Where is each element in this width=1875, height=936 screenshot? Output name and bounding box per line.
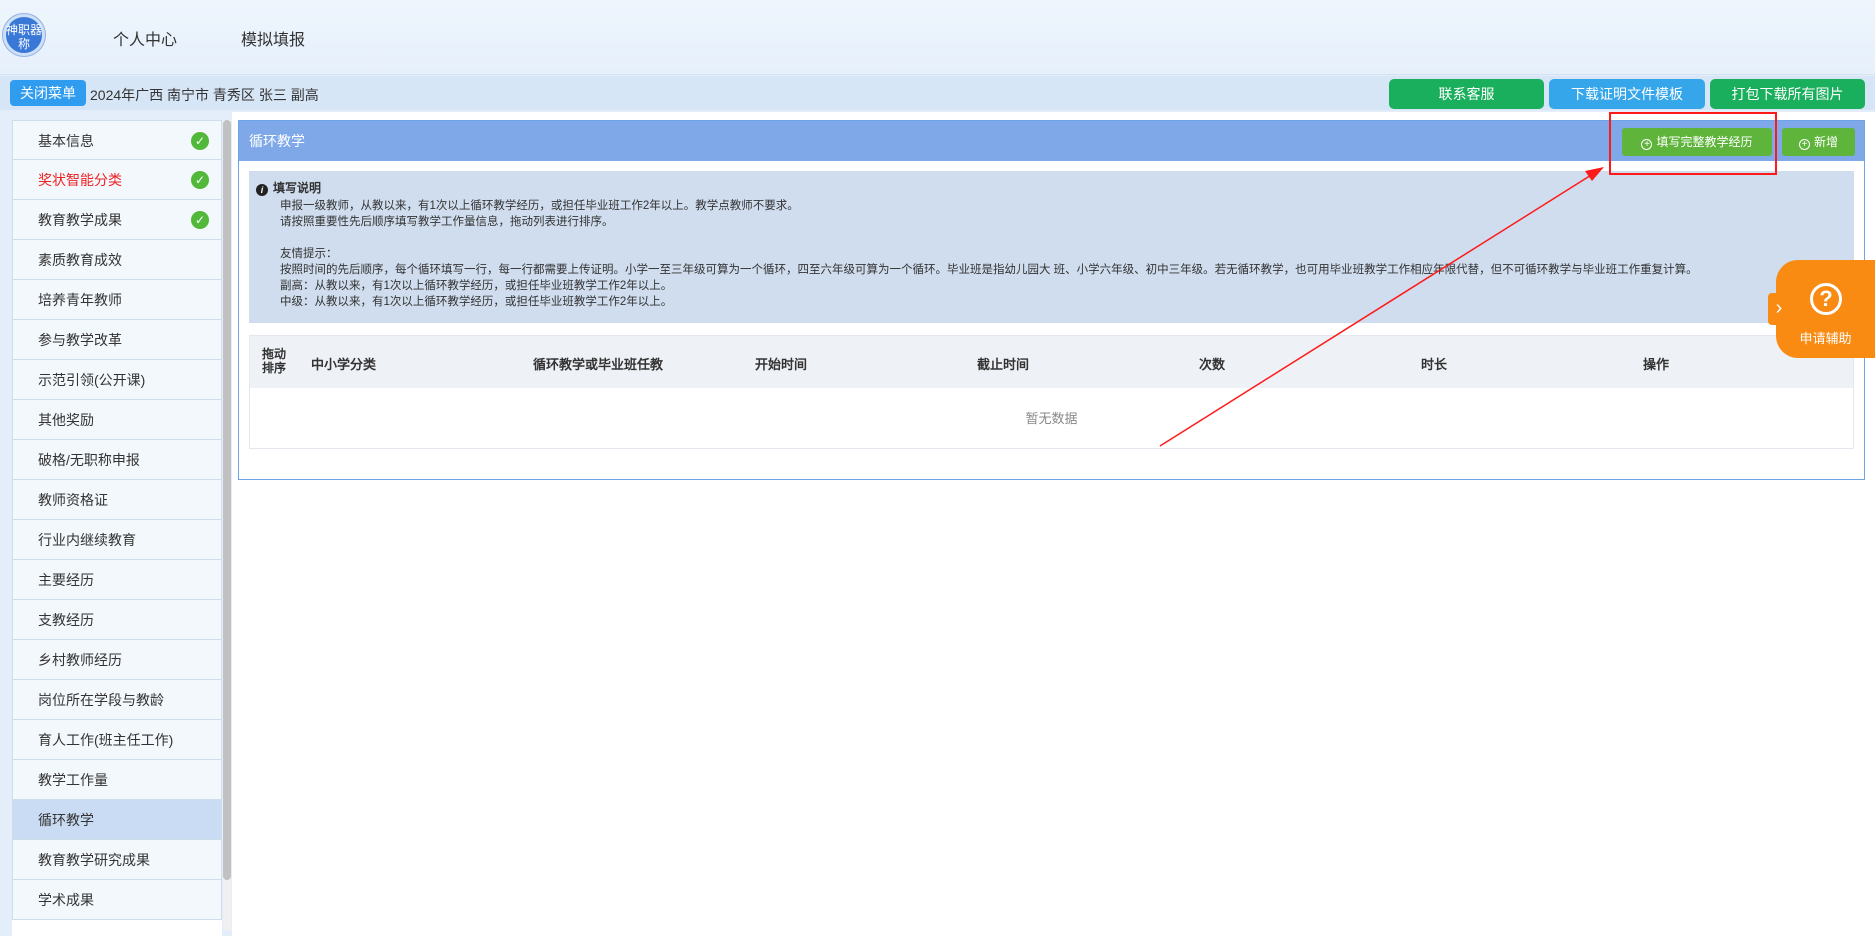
sidebar-item-label: 奖状智能分类 (38, 172, 122, 188)
column-drag-sort: 拖动 排序 (262, 347, 287, 375)
cycle-teaching-panel: 循环教学 + 填写完整教学经历 + 新增 i 填写说明 申报一级教师，从教以来，有1次… (238, 120, 1865, 480)
column-school-category[interactable]: 中小学分类 (311, 354, 376, 373)
sidebar-item[interactable]: 教育教学研究成果 (12, 840, 222, 880)
sidebar-item[interactable]: 育人工作(班主任工作) (12, 720, 222, 760)
nav-simulated-filing[interactable]: 模拟填报 (241, 26, 305, 50)
sidebar-item[interactable]: 教师资格证 (12, 480, 222, 520)
sidebar-item-label: 基本信息 (38, 133, 94, 149)
sidebar-item-label: 岗位所在学段与教龄 (38, 692, 164, 708)
apply-assist-label: 申请辅助 (1799, 331, 1852, 346)
sidebar-item[interactable]: 行业内继续教育 (12, 520, 222, 560)
column-end-time[interactable]: 截止时间 (977, 354, 1029, 373)
sidebar-item-label: 学术成果 (38, 892, 94, 908)
filling-instructions: i 填写说明 申报一级教师，从教以来，有1次以上循环教学经历，或担任毕业班工作2年… (249, 171, 1854, 323)
panel-header: 循环教学 (239, 121, 1864, 161)
sidebar-item[interactable]: 其他奖励 (12, 400, 222, 440)
main-content: 循环教学 + 填写完整教学经历 + 新增 i 填写说明 申报一级教师，从教以来，有1次… (232, 112, 1875, 936)
sidebar-item-label: 教育教学成果 (38, 212, 122, 228)
sidebar-item-label: 教学工作量 (38, 772, 108, 788)
sidebar-item[interactable]: 参与教学改革 (12, 320, 222, 360)
sidebar-item[interactable]: 乡村教师经历 (12, 640, 222, 680)
notice-title: i 填写说明 (256, 180, 1854, 196)
cycle-teaching-table: 拖动 排序 中小学分类 循环教学或毕业班任教 开始时间 截止时间 次数 时长 操作… (249, 335, 1854, 449)
sidebar-scrollbar[interactable] (223, 120, 231, 930)
download-template-button[interactable]: 下载证明文件模板 (1549, 79, 1705, 109)
sidebar-item-label: 育人工作(班主任工作) (38, 732, 174, 748)
sidebar-item[interactable]: 基本信息 ✓ (12, 120, 222, 160)
column-duration[interactable]: 时长 (1421, 354, 1447, 373)
sidebar-item-label: 培养青年教师 (38, 292, 122, 308)
column-start-time[interactable]: 开始时间 (755, 354, 807, 373)
sidebar-item-label: 支教经历 (38, 612, 94, 628)
sidebar-item[interactable]: 主要经历 (12, 560, 222, 600)
plus-circle-icon: + (1641, 139, 1653, 150)
download-all-images-button[interactable]: 打包下载所有图片 (1710, 79, 1865, 109)
apply-assist-widget[interactable]: › ? 申请辅助 (1768, 260, 1875, 358)
check-circle-icon: ✓ (191, 211, 209, 229)
add-button-label: 新增 (1813, 135, 1838, 149)
sidebar-item-label: 主要经历 (38, 572, 94, 588)
panel-title: 循环教学 (249, 133, 305, 149)
close-menu-button[interactable]: 关闭菜单 (10, 80, 86, 106)
notice-line: 友情提示： (280, 248, 338, 260)
sidebar-item-label: 其他奖励 (38, 412, 94, 428)
sidebar-item-label: 示范引领(公开课) (38, 372, 146, 388)
column-cycle-teaching[interactable]: 循环教学或毕业班任教 (533, 354, 663, 373)
sidebar-item-label: 行业内继续教育 (38, 532, 136, 548)
fill-button-label: 填写完整教学经历 (1656, 135, 1753, 149)
sidebar-item-label: 教育教学研究成果 (38, 852, 150, 868)
question-icon: ? (1810, 283, 1842, 315)
sidebar-item[interactable]: 破格/无职称申报 (12, 440, 222, 480)
notice-line: 中级：从教以来，有1次以上循环教学经历，或担任毕业班教学工作2年以上。 (280, 296, 673, 308)
sidebar-item-label: 教师资格证 (38, 492, 108, 508)
nav-personal-center[interactable]: 个人中心 (113, 26, 177, 50)
sidebar-scrollbar-thumb[interactable] (223, 120, 231, 880)
column-actions: 操作 (1643, 357, 1670, 372)
sidebar-menu: 基本信息 ✓ 奖状智能分类 ✓ 教育教学成果 ✓ 素质教育成效 培养青年教师 参与教学改革示范引… (12, 120, 222, 936)
sidebar-item-label: 参与教学改革 (38, 332, 122, 348)
column-count[interactable]: 次数 (1199, 354, 1225, 373)
sidebar-item-label: 乡村教师经历 (38, 652, 122, 668)
check-circle-icon: ✓ (191, 171, 209, 189)
notice-line: 申报一级教师，从教以来，有1次以上循环教学经历，或担任毕业班工作2年以上。教学点… (280, 200, 799, 212)
sidebar-item[interactable]: 奖状智能分类 ✓ (12, 160, 222, 200)
chevron-right-icon[interactable]: › (1768, 293, 1790, 325)
sub-toolbar: 关闭菜单 2024年广西 南宁市 青秀区 张三 副高 联系客服 下载证明文件模板… (0, 76, 1875, 110)
sidebar-item-label: 循环教学 (38, 812, 94, 828)
sidebar-item[interactable]: 培养青年教师 (12, 280, 222, 320)
add-button[interactable]: + 新增 (1782, 128, 1855, 156)
sidebar-item-label: 素质教育成效 (38, 252, 122, 268)
sidebar-item[interactable]: 教育教学成果 ✓ (12, 200, 222, 240)
logo[interactable]: 神职器称 (3, 14, 45, 56)
info-icon: i (256, 184, 268, 196)
notice-line: 请按照重要性先后顺序填写教学工作量信息，拖动列表进行排序。 (280, 216, 614, 228)
notice-line: 副高：从教以来，有1次以上循环教学经历，或担任毕业班教学工作2年以上。 (280, 280, 673, 292)
sidebar-item[interactable]: 循环教学 (12, 800, 222, 840)
plus-circle-icon: + (1798, 139, 1810, 150)
sidebar-item[interactable]: 岗位所在学段与教龄 (12, 680, 222, 720)
sidebar-item[interactable]: 示范引领(公开课) (12, 360, 222, 400)
empty-state: 暂无数据 (1025, 411, 1078, 426)
sidebar-item[interactable]: 教学工作量 (12, 760, 222, 800)
sidebar-item[interactable]: 支教经历 (12, 600, 222, 640)
contact-service-button[interactable]: 联系客服 (1389, 79, 1544, 109)
sidebar-item[interactable]: 素质教育成效 (12, 240, 222, 280)
sidebar-item[interactable]: 学术成果 (12, 880, 222, 920)
table-header: 拖动 排序 中小学分类 循环教学或毕业班任教 开始时间 截止时间 次数 时长 操作 (250, 336, 1853, 388)
check-circle-icon: ✓ (191, 132, 209, 150)
applicant-breadcrumb: 2024年广西 南宁市 青秀区 张三 副高 (90, 87, 319, 103)
top-header: 神职器称 个人中心 模拟填报 (0, 0, 1875, 75)
sidebar-item-label: 破格/无职称申报 (38, 452, 140, 468)
notice-line: 按照时间的先后顺序，每个循环填写一行，每一行都需要上传证明。小学一至三年级可算为… (280, 264, 1698, 276)
fill-teaching-experience-button[interactable]: + 填写完整教学经历 (1622, 128, 1772, 156)
